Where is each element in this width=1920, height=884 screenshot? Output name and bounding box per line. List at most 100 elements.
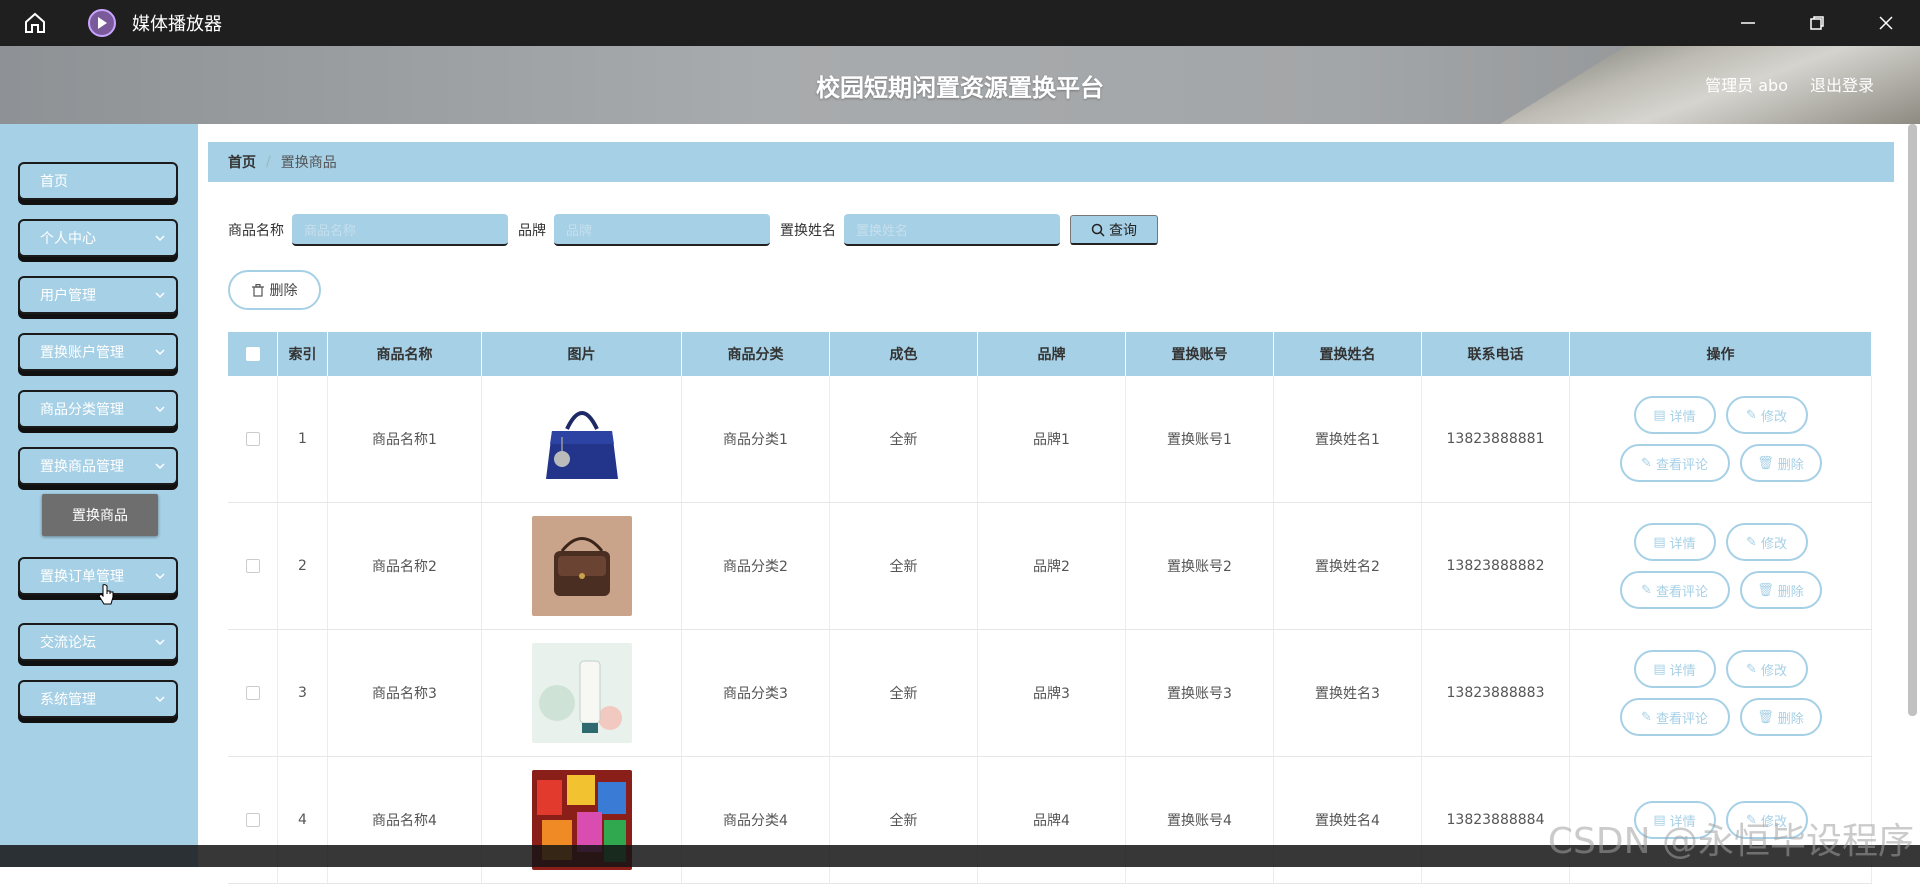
- delete-button[interactable]: 🗑 删除: [1739, 698, 1822, 736]
- edit-label: 修改: [1760, 536, 1787, 552]
- query-label: 查询: [1109, 222, 1137, 239]
- cell-category: 商品分类2: [682, 503, 830, 629]
- close-icon[interactable]: [1851, 0, 1920, 46]
- play-icon: [88, 9, 116, 37]
- sidebar-item-label: 交流论坛: [40, 635, 96, 651]
- table-row: 1 商品名称1 商品分类1 全新 品牌1 置换账号1 置换姓名1 1382388…: [228, 376, 1872, 503]
- col-header-brand: 品牌: [978, 332, 1126, 376]
- pencil-icon: ✎: [1746, 407, 1757, 423]
- cell-brand: 品牌3: [978, 630, 1126, 756]
- doc-icon: ▤: [1653, 534, 1666, 550]
- player-title: 媒体播放器: [132, 14, 222, 35]
- batch-delete-button[interactable]: 删除: [228, 270, 321, 310]
- row-checkbox[interactable]: [228, 503, 278, 629]
- sidebar-item-label: 置换订单管理: [40, 569, 124, 585]
- trash-icon: 🗑: [1757, 709, 1774, 725]
- sidebar-item-home[interactable]: 首页: [18, 162, 178, 200]
- trash-icon: [251, 283, 264, 297]
- detail-label: 详情: [1669, 663, 1696, 679]
- chevron-down-icon: [154, 693, 166, 709]
- sidebar-item-accounts[interactable]: 置换账户管理: [18, 333, 178, 371]
- scrollbar[interactable]: [1908, 124, 1917, 716]
- chevron-down-icon: [154, 570, 166, 586]
- sidebar-subitem-goods[interactable]: 置换商品: [42, 494, 158, 536]
- col-header-image: 图片: [482, 332, 682, 376]
- pencil-icon: ✎: [1641, 709, 1652, 725]
- name-input[interactable]: 商品名称: [292, 214, 508, 246]
- cell-name: 商品名称3: [328, 630, 482, 756]
- sidebar: 首页 个人中心 用户管理 置换账户管理 商品分类管理 置换商品管理 置换商品 置…: [0, 124, 198, 867]
- hand-cursor-icon: [98, 584, 114, 610]
- cell-person: 置换姓名2: [1274, 503, 1422, 629]
- cream-tube-image: [531, 643, 632, 743]
- col-header-category: 商品分类: [682, 332, 830, 376]
- search-form: 商品名称 商品名称 品牌 品牌 置换姓名 置换姓名 查询: [228, 214, 1158, 246]
- cell-name: 商品名称1: [328, 376, 482, 502]
- sidebar-item-categories[interactable]: 商品分类管理: [18, 390, 178, 428]
- row-checkbox[interactable]: [228, 376, 278, 502]
- brown-bag-image: [531, 516, 632, 616]
- goods-table: 索引 商品名称 图片 商品分类 成色 品牌 置换账号 置换姓名 联系电话 操作 …: [228, 332, 1872, 884]
- person-label: 置换姓名: [780, 223, 836, 239]
- cell-person: 置换姓名3: [1274, 630, 1422, 756]
- cell-brand: 品牌2: [978, 503, 1126, 629]
- cell-phone: 13823888881: [1422, 376, 1570, 502]
- col-header-name: 商品名称: [328, 332, 482, 376]
- query-button[interactable]: 查询: [1070, 215, 1158, 245]
- sidebar-item-forum[interactable]: 交流论坛: [18, 623, 178, 661]
- chevron-down-icon: [154, 232, 166, 248]
- brand-input[interactable]: 品牌: [554, 214, 770, 246]
- detail-button[interactable]: ▤ 详情: [1633, 650, 1716, 688]
- select-all-checkbox[interactable]: [228, 332, 278, 376]
- cell-category: 商品分类3: [682, 630, 830, 756]
- cell-phone: 13823888883: [1422, 630, 1570, 756]
- detail-button[interactable]: ▤ 详情: [1633, 396, 1716, 434]
- edit-button[interactable]: ✎ 修改: [1725, 650, 1808, 688]
- doc-icon: ▤: [1653, 661, 1666, 677]
- cell-brand: 品牌1: [978, 376, 1126, 502]
- restore-icon[interactable]: [1782, 0, 1851, 46]
- cell-condition: 全新: [830, 503, 978, 629]
- site-title: 校园短期闲置资源置换平台: [816, 74, 1104, 102]
- view-comments-button[interactable]: ✎ 查看评论: [1619, 444, 1730, 482]
- view-comments-button[interactable]: ✎ 查看评论: [1619, 698, 1730, 736]
- breadcrumb-current: 置换商品: [280, 155, 337, 171]
- sidebar-item-goods[interactable]: 置换商品管理: [18, 447, 178, 485]
- col-header-phone: 联系电话: [1422, 332, 1570, 376]
- comments-label: 查看评论: [1655, 711, 1708, 727]
- detail-button[interactable]: ▤ 详情: [1633, 523, 1716, 561]
- table-row: 2 商品名称2 商品分类2 全新 品牌2 置换账号2 置换姓名2 1382388…: [228, 503, 1872, 630]
- home-icon[interactable]: [0, 0, 70, 46]
- delete-label: 删除: [1777, 711, 1804, 727]
- doc-icon: ▤: [1653, 407, 1666, 423]
- cell-actions: ▤ 详情 ✎ 修改 ✎ 查看评论 🗑 删除: [1570, 376, 1872, 502]
- breadcrumb-home[interactable]: 首页: [228, 152, 256, 172]
- pencil-icon: ✎: [1746, 534, 1757, 550]
- col-header-condition: 成色: [830, 332, 978, 376]
- cell-phone: 13823888882: [1422, 503, 1570, 629]
- chevron-down-icon: [154, 346, 166, 362]
- delete-button[interactable]: 🗑 删除: [1739, 571, 1822, 609]
- breadcrumb: 首页 / 置换商品: [208, 142, 1894, 182]
- cell-account: 置换账号1: [1126, 376, 1274, 502]
- edit-button[interactable]: ✎ 修改: [1725, 396, 1808, 434]
- cell-image: [482, 503, 682, 629]
- watermark: CSDN @永恒毕设程序: [1547, 821, 1914, 862]
- delete-button[interactable]: 🗑 删除: [1739, 444, 1822, 482]
- sidebar-item-label: 首页: [40, 174, 68, 190]
- cell-person: 置换姓名1: [1274, 376, 1422, 502]
- person-input[interactable]: 置换姓名: [844, 214, 1060, 246]
- cell-index: 3: [278, 630, 328, 756]
- logout-link[interactable]: 退出登录: [1810, 72, 1874, 96]
- chevron-down-icon: [154, 460, 166, 476]
- row-checkbox[interactable]: [228, 630, 278, 756]
- sidebar-item-system[interactable]: 系统管理: [18, 680, 178, 718]
- sidebar-item-profile[interactable]: 个人中心: [18, 219, 178, 257]
- trash-icon: 🗑: [1757, 455, 1774, 471]
- minimize-icon[interactable]: [1713, 0, 1782, 46]
- view-comments-button[interactable]: ✎ 查看评论: [1619, 571, 1730, 609]
- sidebar-item-users[interactable]: 用户管理: [18, 276, 178, 314]
- edit-button[interactable]: ✎ 修改: [1725, 523, 1808, 561]
- cell-condition: 全新: [830, 630, 978, 756]
- breadcrumb-separator: /: [266, 154, 271, 170]
